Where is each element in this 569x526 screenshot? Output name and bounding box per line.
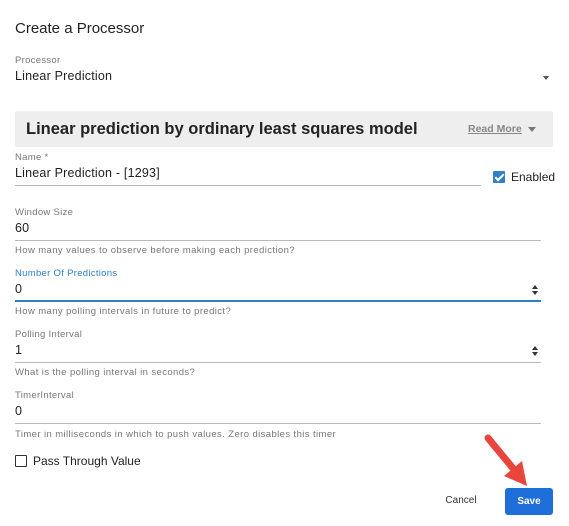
checkbox-unchecked-icon[interactable] <box>15 455 27 467</box>
timer-interval-input[interactable]: 0 <box>15 404 22 418</box>
polling-interval-input[interactable]: 1 <box>15 343 22 357</box>
processor-label: Processor <box>15 55 61 66</box>
number-of-predictions-input[interactable]: 0 <box>15 282 22 296</box>
save-button[interactable]: Save <box>505 488 553 515</box>
number-of-predictions-underline <box>15 300 541 302</box>
dropdown-caret-icon <box>543 76 549 80</box>
name-input[interactable]: Linear Prediction - [1293] <box>15 166 160 180</box>
polling-interval-label: Polling Interval <box>15 329 83 340</box>
number-of-predictions-hint: How many polling intervals in future to … <box>15 306 232 317</box>
chevron-down-icon[interactable] <box>528 127 536 132</box>
timer-interval-hint: Timer in milliseconds in which to push v… <box>15 429 337 440</box>
timer-interval-label: TimerInterval <box>15 390 74 401</box>
window-size-underline <box>15 240 541 241</box>
processor-select-value: Linear Prediction <box>15 69 113 83</box>
enabled-label: Enabled <box>511 170 556 184</box>
read-more-link[interactable]: Read More <box>468 123 522 135</box>
dialog-title: Create a Processor <box>15 20 145 37</box>
window-size-input[interactable]: 60 <box>15 221 29 235</box>
processor-description-banner: Linear prediction by ordinary least squa… <box>15 111 553 147</box>
annotation-arrow-icon <box>484 434 527 486</box>
window-size-hint: How many values to observe before making… <box>15 245 295 256</box>
pass-through-label: Pass Through Value <box>33 454 141 468</box>
spinner-icon[interactable] <box>531 285 539 296</box>
timer-interval-underline <box>15 423 541 424</box>
cancel-button[interactable]: Cancel <box>436 490 486 512</box>
spinner-icon[interactable] <box>531 346 539 357</box>
checkbox-checked-icon[interactable] <box>493 171 505 183</box>
polling-interval-underline <box>15 362 541 363</box>
name-label: Name * <box>15 152 49 163</box>
number-of-predictions-label: Number Of Predictions <box>15 268 118 279</box>
polling-interval-hint: What is the polling interval in seconds? <box>15 367 196 378</box>
window-size-label: Window Size <box>15 207 74 218</box>
name-input-underline <box>15 185 481 186</box>
banner-title: Linear prediction by ordinary least squa… <box>26 120 418 138</box>
